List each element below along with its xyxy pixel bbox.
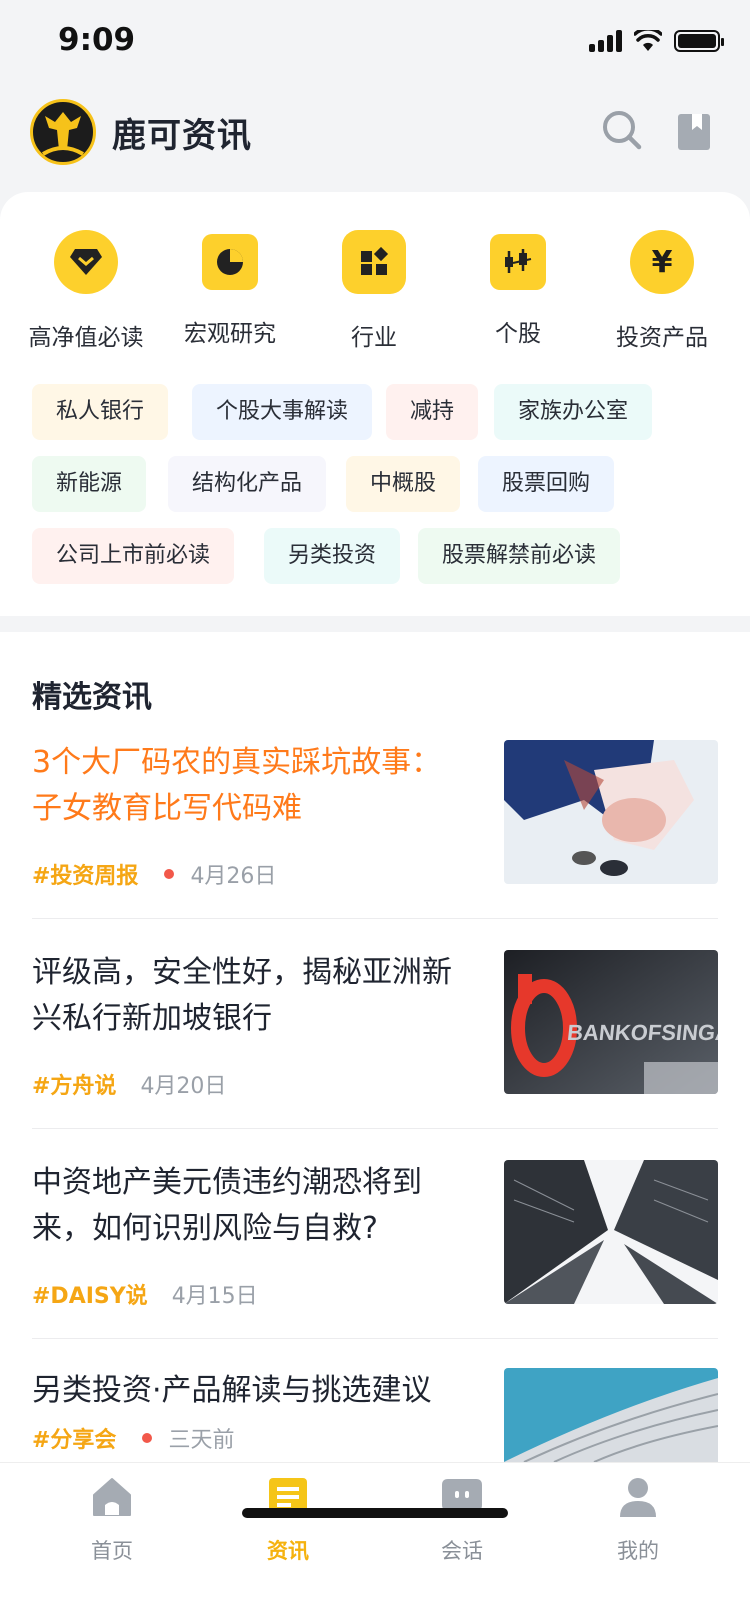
article-tag[interactable]: #分享会 [32,1422,116,1454]
tab-profile[interactable]: 我的 [578,1475,698,1565]
wifi-icon [634,30,662,51]
article-date: 4月15日 [171,1284,258,1309]
grid-blocks-icon [342,230,406,294]
article-meta: #DAISY说 4月15日 [32,1278,258,1310]
article-title: 3个大厂码农的真实踩坑故事：子女教育比写代码难 [32,745,442,826]
status-time: 9:09 [58,22,136,58]
tab-label: 会话 [441,1539,483,1563]
category-card: 高净值必读 宏观研究 行业 个股 ¥ 投资产品 私人银行 个股大事解读 减持 家… [0,192,750,616]
tag-pre-ipo[interactable]: 公司上市前必读 [32,528,235,584]
article-thumbnail [504,1368,718,1462]
tag-new-energy[interactable]: 新能源 [32,456,147,512]
tag-private-banking[interactable]: 私人银行 [32,384,169,440]
article-item[interactable]: 3个大厂码农的真实踩坑故事：子女教育比写代码难 #投资周报 4月26日 [32,740,718,910]
tag-china-concept-stocks[interactable]: 中概股 [346,456,461,512]
category-label: 个股 [495,321,541,347]
search-icon[interactable] [600,108,644,152]
divider [32,1128,718,1129]
article-tag[interactable]: #方舟说 [32,1068,116,1100]
diamond-icon [54,230,118,294]
tag-lockup-expiry[interactable]: 股票解禁前必读 [418,528,621,584]
category-high-net-worth[interactable]: 高净值必读 [11,230,161,352]
tab-home[interactable]: 首页 [52,1475,172,1565]
tab-bar: 首页 资讯 会话 我的 [0,1462,750,1624]
profile-icon [620,1478,656,1517]
article-item[interactable]: 评级高，安全性好，揭秘亚洲新兴私行新加坡银行 #方舟说 4月20日 BANKOF… [32,950,718,1120]
article-thumbnail [504,740,718,884]
tab-label: 首页 [91,1539,133,1563]
category-stocks[interactable]: 个股 [443,230,593,348]
yen-icon: ¥ [630,230,694,294]
article-title: 评级高，安全性好，揭秘亚洲新兴私行新加坡银行 [32,955,452,1036]
article-title: 中资地产美元债违约潮恐将到来，如何识别风险与自救? [32,1165,422,1246]
category-macro-research[interactable]: 宏观研究 [155,230,305,348]
article-tag[interactable]: #投资周报 [32,858,138,890]
unread-dot [164,869,175,879]
article-item[interactable]: 中资地产美元债违约潮恐将到来，如何识别风险与自救? #DAISY说 4月15日 [32,1160,718,1330]
tab-label: 我的 [617,1539,659,1563]
category-label: 高净值必读 [28,325,144,351]
category-label: 宏观研究 [184,321,276,347]
tab-chat[interactable]: 会话 [402,1475,522,1565]
status-bar: 9:09 [0,0,750,88]
candlestick-icon [490,234,546,290]
tag-reduction[interactable]: 减持 [386,384,479,440]
tag-stock-buyback[interactable]: 股票回购 [478,456,615,512]
article-date: 三天前 [168,1428,235,1453]
article-meta: #分享会 三天前 [32,1422,234,1454]
article-item[interactable]: 另类投资·产品解读与挑选建议 #分享会 三天前 [32,1368,718,1462]
article-meta: #投资周报 4月26日 [32,858,276,890]
article-date: 4月26日 [190,864,277,889]
home-icon [93,1478,131,1516]
divider [32,918,718,919]
tab-news[interactable]: 资讯 [228,1475,348,1565]
category-investment-products[interactable]: ¥ 投资产品 [587,230,737,352]
battery-icon [674,30,724,52]
app-title: 鹿可资讯 [112,116,252,156]
category-label: 投资产品 [616,325,708,351]
tag-family-office[interactable]: 家族办公室 [494,384,653,440]
status-icons [589,30,724,52]
article-thumbnail: BANKOFSINGAPORE [504,950,718,1094]
article-title: 另类投资·产品解读与挑选建议 [32,1373,432,1408]
article-date: 4月20日 [140,1074,227,1099]
category-industry[interactable]: 行业 [299,230,449,352]
pie-chart-icon [202,234,258,290]
tag-structured-products[interactable]: 结构化产品 [168,456,327,512]
thumbnail-sign-text: BANKOFSINGAPORE [566,1020,718,1045]
divider [32,1338,718,1339]
app-header: 鹿可资讯 [0,88,750,194]
tag-alternative-investment[interactable]: 另类投资 [264,528,401,584]
signal-icon [589,30,622,52]
category-label: 行业 [351,325,397,351]
article-thumbnail [504,1160,718,1304]
bookmark-icon[interactable] [676,112,712,152]
section-title: 精选资讯 [32,680,152,715]
unread-dot [142,1433,153,1443]
tab-label: 资讯 [267,1539,309,1563]
article-tag[interactable]: #DAISY说 [32,1278,148,1310]
article-meta: #方舟说 4月20日 [32,1068,226,1100]
tag-stock-events[interactable]: 个股大事解读 [192,384,373,440]
home-indicator[interactable] [242,1508,508,1518]
app-logo [30,99,96,165]
